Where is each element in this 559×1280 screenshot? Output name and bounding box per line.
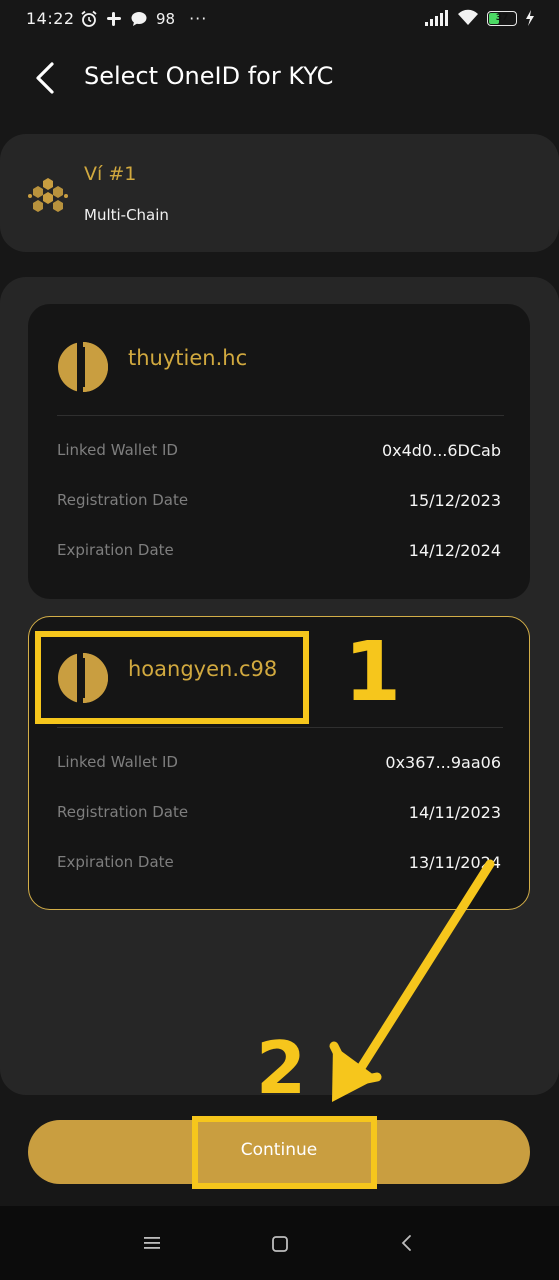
back-triangle-icon[interactable] (399, 1234, 413, 1252)
menu-icon[interactable] (143, 1235, 161, 1251)
system-nav-bar (0, 1206, 559, 1280)
home-square-icon[interactable] (271, 1235, 289, 1253)
annotation-arrow-icon (329, 859, 495, 1102)
